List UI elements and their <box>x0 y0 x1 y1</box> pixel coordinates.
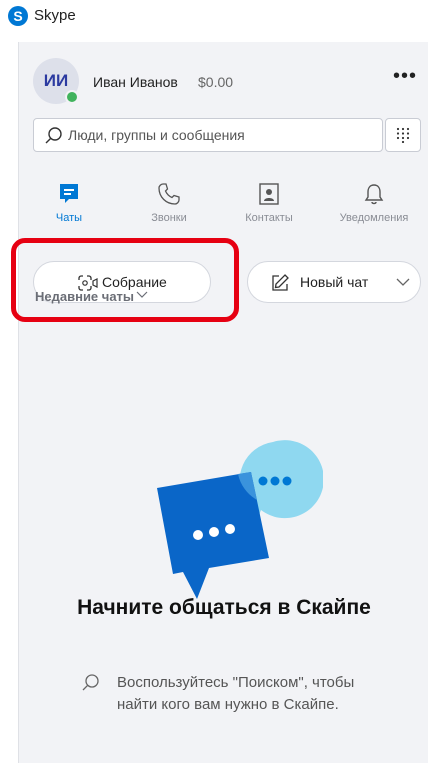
contacts-icon <box>259 183 279 205</box>
search-icon <box>45 127 62 144</box>
title-bar: S Skype <box>0 0 435 34</box>
empty-state-hint: Воспользуйтесь "Поиском", чтобы найти ко… <box>117 674 355 713</box>
annotation-highlight <box>11 238 239 322</box>
profile-balance[interactable]: $0.00 <box>198 74 233 90</box>
tab-contacts[interactable]: Контакты <box>219 170 319 236</box>
tab-notifications[interactable]: Уведомления <box>319 170 429 236</box>
bell-icon <box>364 184 384 205</box>
tab-calls[interactable]: Звонки <box>119 170 219 236</box>
main-tabs: Чаты Звонки Контакты Уведомления <box>19 170 429 236</box>
chat-bubbles-illustration <box>157 440 323 599</box>
skype-logo-icon: S <box>8 6 28 26</box>
dialpad-icon <box>396 127 410 143</box>
new-chat-button[interactable]: Новый чат <box>247 261 421 303</box>
tab-label: Чаты <box>55 212 83 224</box>
search-box[interactable] <box>33 118 383 152</box>
tab-label: Звонки <box>151 212 187 224</box>
tab-label: Контакты <box>245 212 293 224</box>
tab-chats[interactable]: Чаты <box>19 170 119 236</box>
empty-state-title: Начните общаться в Скайпе <box>77 596 371 619</box>
compose-icon <box>272 274 289 291</box>
phone-icon <box>158 183 180 205</box>
presence-online-icon <box>65 90 79 104</box>
more-options-button[interactable]: ••• <box>389 64 421 92</box>
chevron-down-icon[interactable] <box>396 277 410 287</box>
profile-header: ИИ Иван Иванов $0.00 ••• <box>19 50 429 104</box>
new-chat-label: Новый чат <box>300 274 369 290</box>
search-icon <box>82 674 99 691</box>
sidebar-panel: ИИ Иван Иванов $0.00 ••• Люди, группы и … <box>11 42 429 763</box>
app-title: Skype <box>34 7 76 24</box>
dialpad-button[interactable] <box>385 118 421 152</box>
search-input[interactable] <box>68 119 378 151</box>
chat-icon <box>60 184 78 203</box>
tab-label: Уведомления <box>339 212 409 224</box>
profile-name[interactable]: Иван Иванов <box>93 74 178 90</box>
